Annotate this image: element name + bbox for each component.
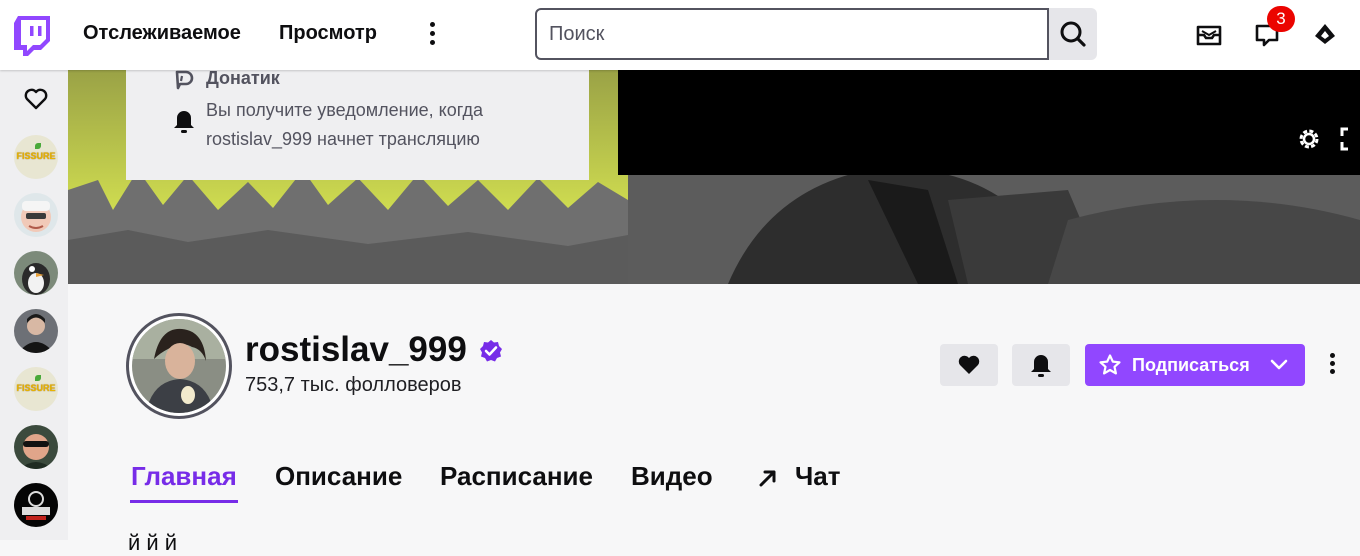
settings-gear-icon[interactable] — [1297, 127, 1321, 151]
sidebar-channel-avatar[interactable]: FISSURE — [14, 367, 58, 411]
subscribe-button[interactable]: Подписаться — [1085, 344, 1305, 386]
notification-popover: Донатик Вы получите уведомление, когда r… — [126, 68, 589, 180]
content-text-cut: й й й — [128, 530, 178, 555]
channel-more-options-icon[interactable] — [1325, 353, 1339, 379]
search-bar — [535, 8, 1097, 60]
left-sidebar: FISSURE FISSURE — [0, 70, 68, 540]
sidebar-channel-avatar[interactable]: FISSURE — [14, 135, 58, 179]
avatar-text: FISSURE — [16, 383, 56, 393]
tab-videos[interactable]: Видео — [631, 461, 713, 492]
verified-badge-icon — [480, 340, 502, 362]
active-tab-indicator — [130, 500, 238, 503]
bell-icon — [1031, 355, 1051, 377]
subscribe-label: Подписаться — [1132, 355, 1250, 375]
avatar-text: FISSURE — [16, 151, 56, 161]
sidebar-channel-avatar[interactable] — [14, 193, 58, 237]
sidebar-channel-avatar[interactable] — [14, 251, 58, 295]
followed-channels-heart-icon[interactable] — [24, 88, 48, 110]
tab-schedule[interactable]: Расписание — [440, 461, 593, 492]
bell-icon — [174, 111, 194, 133]
popover-title: Донатик — [206, 68, 280, 88]
channel-avatar[interactable] — [126, 313, 232, 419]
search-input[interactable] — [535, 8, 1049, 60]
tab-home[interactable]: Главная — [131, 461, 237, 492]
tab-chat[interactable]: Чат — [795, 461, 840, 492]
sidebar-channel-avatar[interactable] — [14, 309, 58, 353]
external-arrow-icon — [759, 470, 776, 487]
popover-text: Вы получите уведомление, когда rostislav… — [206, 100, 484, 149]
video-player-area[interactable] — [618, 70, 1360, 175]
chevron-down-icon — [1270, 359, 1288, 370]
twitch-logo-icon[interactable] — [14, 16, 50, 56]
top-navigation: Отслеживаемое Просмотр 3 — [0, 0, 1360, 70]
search-icon — [1060, 21, 1086, 47]
sidebar-channel-avatar[interactable] — [14, 425, 58, 469]
heart-icon — [958, 355, 980, 374]
more-options-icon[interactable] — [424, 22, 440, 48]
follow-button[interactable] — [940, 344, 998, 386]
bits-icon[interactable] — [1312, 22, 1338, 48]
notifications-button[interactable] — [1012, 344, 1070, 386]
fullscreen-icon[interactable] — [1340, 127, 1360, 151]
sidebar-channel-avatar[interactable] — [14, 483, 58, 527]
followers-count: 753,7 тыс. фолловеров — [245, 374, 462, 396]
notification-badge: 3 — [1267, 6, 1295, 32]
star-icon — [1099, 354, 1121, 375]
tab-about[interactable]: Описание — [275, 461, 402, 492]
search-button[interactable] — [1049, 8, 1097, 60]
nav-browse-link[interactable]: Просмотр — [279, 22, 377, 45]
inbox-icon[interactable] — [1196, 22, 1222, 48]
nav-following-link[interactable]: Отслеживаемое — [83, 22, 241, 45]
donatik-logo-icon — [175, 70, 194, 90]
channel-name: rostislav_999 — [245, 330, 467, 369]
